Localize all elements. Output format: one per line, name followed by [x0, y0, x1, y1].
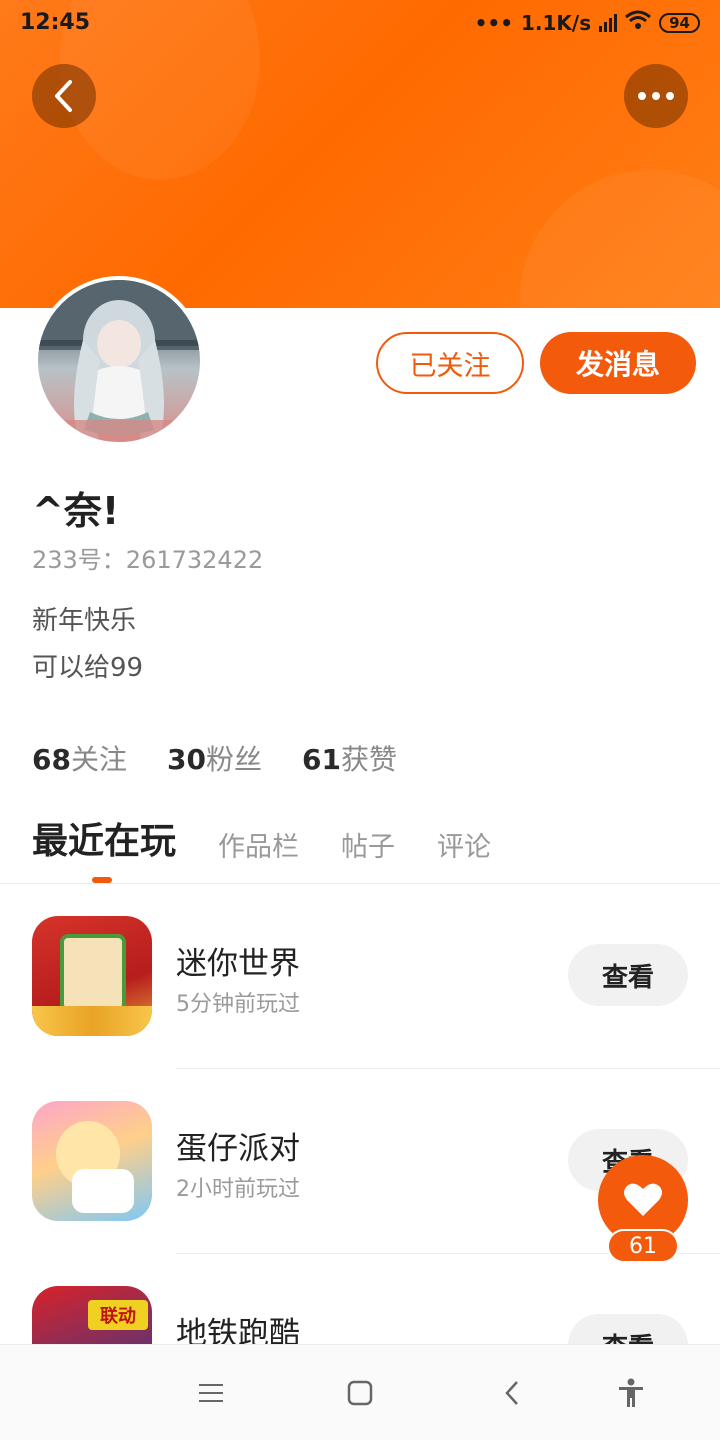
avatar[interactable] — [34, 276, 204, 446]
wifi-icon — [625, 10, 652, 35]
list-item[interactable]: 联动 地铁跑酷 查看 — [0, 1254, 720, 1344]
view-button[interactable]: 查看 — [568, 1314, 688, 1344]
stat-value: 30 — [166, 743, 206, 776]
like-count-badge: 61 — [607, 1229, 679, 1263]
stat-label: 粉丝 — [205, 743, 262, 776]
followed-button[interactable]: 已关注 — [376, 332, 524, 394]
bio-line: 可以给99 — [32, 653, 144, 683]
game-name: 蛋仔派对 — [176, 1131, 300, 1167]
profile-tabs: 最近在玩 作品栏 帖子 评论 — [32, 812, 491, 868]
avatar-image — [38, 280, 200, 442]
game-last-played: 2小时前玩过 — [176, 1177, 300, 1202]
system-nav-bar — [0, 1344, 720, 1440]
battery-indicator: 94 — [659, 12, 700, 33]
status-indicators: ••• 1.1K/s 94 — [475, 10, 700, 35]
game-name: 迷你世界 — [176, 946, 300, 982]
profile-header-banner: 12:45 ••• 1.1K/s 94 — [0, 0, 720, 308]
accessibility-icon[interactable] — [613, 1375, 649, 1411]
recently-played-list: 迷你世界 5分钟前玩过 查看 蛋仔派对 2小时前玩过 查看 联动 地铁跑酷 查看 — [0, 884, 720, 1344]
more-dots-icon — [638, 92, 674, 100]
tab-posts[interactable]: 帖子 — [341, 825, 395, 868]
stat-followers[interactable]: 30粉丝 — [167, 738, 262, 778]
username: ^奈! — [32, 489, 120, 533]
game-name: 地铁跑酷 — [176, 1316, 300, 1344]
user-bio: 新年快乐 可以给99 — [32, 598, 143, 692]
profile-stats: 68关注 30粉丝 61获赞 — [32, 738, 397, 778]
send-message-button[interactable]: 发消息 — [540, 332, 696, 394]
view-button[interactable]: 查看 — [568, 944, 688, 1006]
stat-following[interactable]: 68关注 — [32, 738, 127, 778]
back-chevron-icon[interactable] — [494, 1375, 530, 1411]
network-speed: 1.1K/s — [520, 10, 592, 35]
tab-comments[interactable]: 评论 — [437, 825, 491, 868]
bio-line: 新年快乐 — [32, 606, 137, 636]
stat-value: 68 — [32, 743, 71, 776]
game-icon-eggy-party[interactable] — [32, 1101, 152, 1221]
home-square-icon[interactable] — [342, 1375, 378, 1411]
chevron-left-icon — [55, 80, 72, 112]
back-button[interactable] — [32, 64, 96, 128]
signal-dots-icon: ••• — [474, 10, 513, 35]
signal-strength-icon — [599, 13, 618, 32]
tab-recently-played[interactable]: 最近在玩 — [32, 812, 176, 868]
stat-likes[interactable]: 61获赞 — [302, 738, 397, 778]
more-options-button[interactable] — [624, 64, 688, 128]
status-bar: 12:45 ••• 1.1K/s 94 — [0, 0, 720, 48]
status-time: 12:45 — [20, 10, 91, 35]
user-id: 233号：261732422 — [32, 546, 264, 574]
stat-label: 获赞 — [340, 743, 397, 776]
stat-value: 61 — [301, 743, 341, 776]
menu-icon[interactable] — [193, 1375, 229, 1411]
game-icon-mini-world[interactable] — [32, 916, 152, 1036]
game-icon-subway-surfers[interactable]: 联动 — [32, 1286, 152, 1344]
list-item[interactable]: 迷你世界 5分钟前玩过 查看 — [0, 884, 720, 1069]
icon-tag: 联动 — [88, 1300, 148, 1330]
tab-works[interactable]: 作品栏 — [218, 825, 299, 868]
banner-decoration — [520, 170, 720, 308]
heart-icon — [624, 1183, 662, 1216]
stat-label: 关注 — [70, 743, 127, 776]
game-last-played: 5分钟前玩过 — [176, 992, 300, 1017]
